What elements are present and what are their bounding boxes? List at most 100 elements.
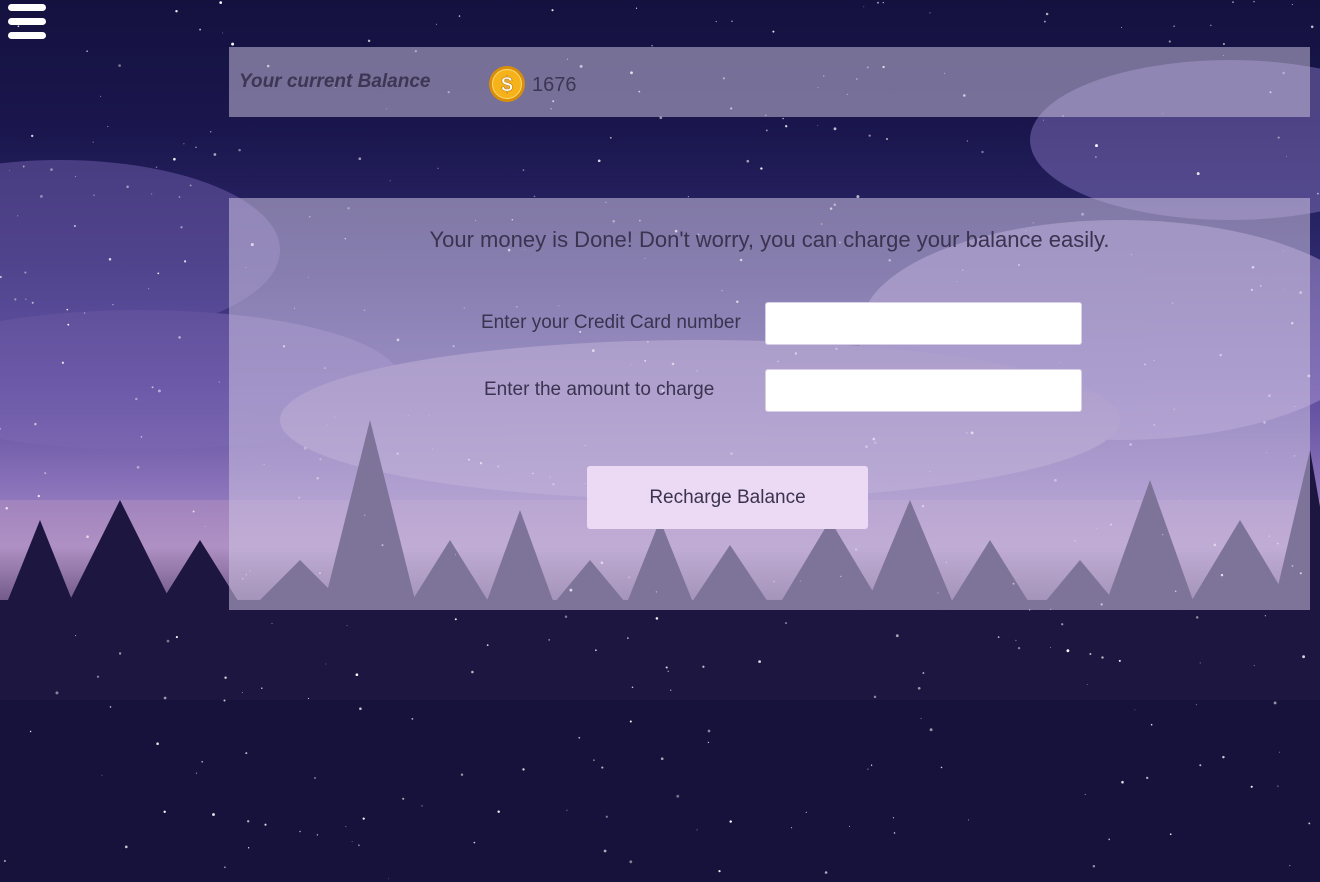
star	[1253, 664, 1255, 666]
credit-card-label: Enter your Credit Card number	[481, 312, 741, 333]
star	[605, 815, 608, 818]
star	[155, 166, 158, 168]
star	[24, 271, 27, 274]
star	[367, 39, 371, 43]
star	[55, 691, 59, 695]
recharge-balance-button[interactable]: Recharge Balance	[587, 466, 868, 529]
star	[1150, 723, 1153, 726]
star	[791, 827, 793, 829]
star	[758, 660, 761, 663]
star	[17, 215, 19, 217]
star	[67, 323, 70, 326]
star	[707, 729, 711, 733]
star	[40, 195, 43, 198]
star	[223, 699, 226, 702]
star	[566, 809, 568, 811]
recharge-message: Your money is Done! Don't worry, you can…	[429, 227, 1110, 252]
star	[454, 618, 457, 621]
star	[358, 157, 362, 161]
star	[1121, 26, 1123, 28]
star	[877, 1, 879, 4]
star	[31, 134, 34, 138]
star	[118, 652, 122, 655]
star	[785, 125, 788, 128]
star	[920, 718, 922, 720]
balance-panel: Your current Balance $ 1676	[229, 47, 1310, 117]
star	[578, 736, 581, 739]
star	[66, 308, 69, 311]
star	[1169, 833, 1172, 836]
star	[34, 422, 37, 426]
star	[86, 535, 89, 539]
star	[204, 525, 206, 527]
star	[997, 636, 1000, 638]
star	[609, 136, 612, 139]
star	[5, 506, 8, 510]
star	[676, 794, 680, 798]
star	[1095, 144, 1098, 148]
star	[25, 298, 27, 300]
star	[1250, 785, 1253, 788]
menu-bar-middle	[8, 18, 46, 25]
menu-bar-bottom	[8, 32, 46, 39]
star	[631, 686, 634, 689]
star	[1222, 755, 1225, 759]
star	[351, 841, 353, 843]
star	[37, 494, 40, 498]
star	[199, 28, 202, 31]
star	[73, 225, 76, 227]
star	[314, 777, 316, 779]
star	[224, 676, 227, 679]
star	[597, 159, 601, 163]
star	[486, 644, 489, 646]
star	[157, 272, 160, 275]
star	[219, 1, 223, 4]
star	[702, 665, 705, 668]
star	[895, 634, 899, 638]
star	[1134, 709, 1136, 711]
star	[86, 50, 88, 53]
star	[665, 666, 668, 669]
star	[917, 686, 921, 690]
star	[601, 766, 604, 769]
star	[107, 126, 109, 128]
hamburger-menu-icon[interactable]	[8, 4, 46, 40]
star	[1061, 623, 1064, 626]
star	[224, 866, 226, 869]
star	[31, 301, 34, 304]
star	[473, 841, 476, 844]
star	[140, 436, 143, 438]
star	[731, 20, 733, 22]
star	[75, 635, 77, 637]
star	[548, 639, 551, 641]
star	[848, 825, 850, 827]
star	[192, 510, 195, 513]
star	[940, 766, 943, 769]
star	[261, 687, 263, 689]
star	[112, 304, 114, 306]
star	[316, 834, 319, 836]
star	[893, 832, 896, 834]
star	[603, 849, 607, 853]
star	[1092, 865, 1096, 868]
star	[435, 23, 437, 25]
star	[355, 673, 359, 677]
star	[402, 797, 405, 800]
star	[1050, 646, 1052, 648]
star	[421, 805, 423, 807]
amount-input[interactable]	[765, 369, 1082, 412]
star	[189, 184, 192, 187]
star	[1222, 42, 1225, 46]
star	[325, 663, 327, 665]
star	[655, 617, 659, 620]
star	[362, 817, 365, 820]
star	[1264, 615, 1267, 617]
star	[1308, 822, 1311, 825]
credit-card-input[interactable]	[765, 302, 1082, 345]
star	[1232, 1, 1234, 3]
star	[1146, 776, 1149, 780]
svg-text:$: $	[501, 74, 513, 97]
star	[1302, 655, 1306, 659]
star	[458, 15, 461, 17]
star	[238, 148, 241, 152]
